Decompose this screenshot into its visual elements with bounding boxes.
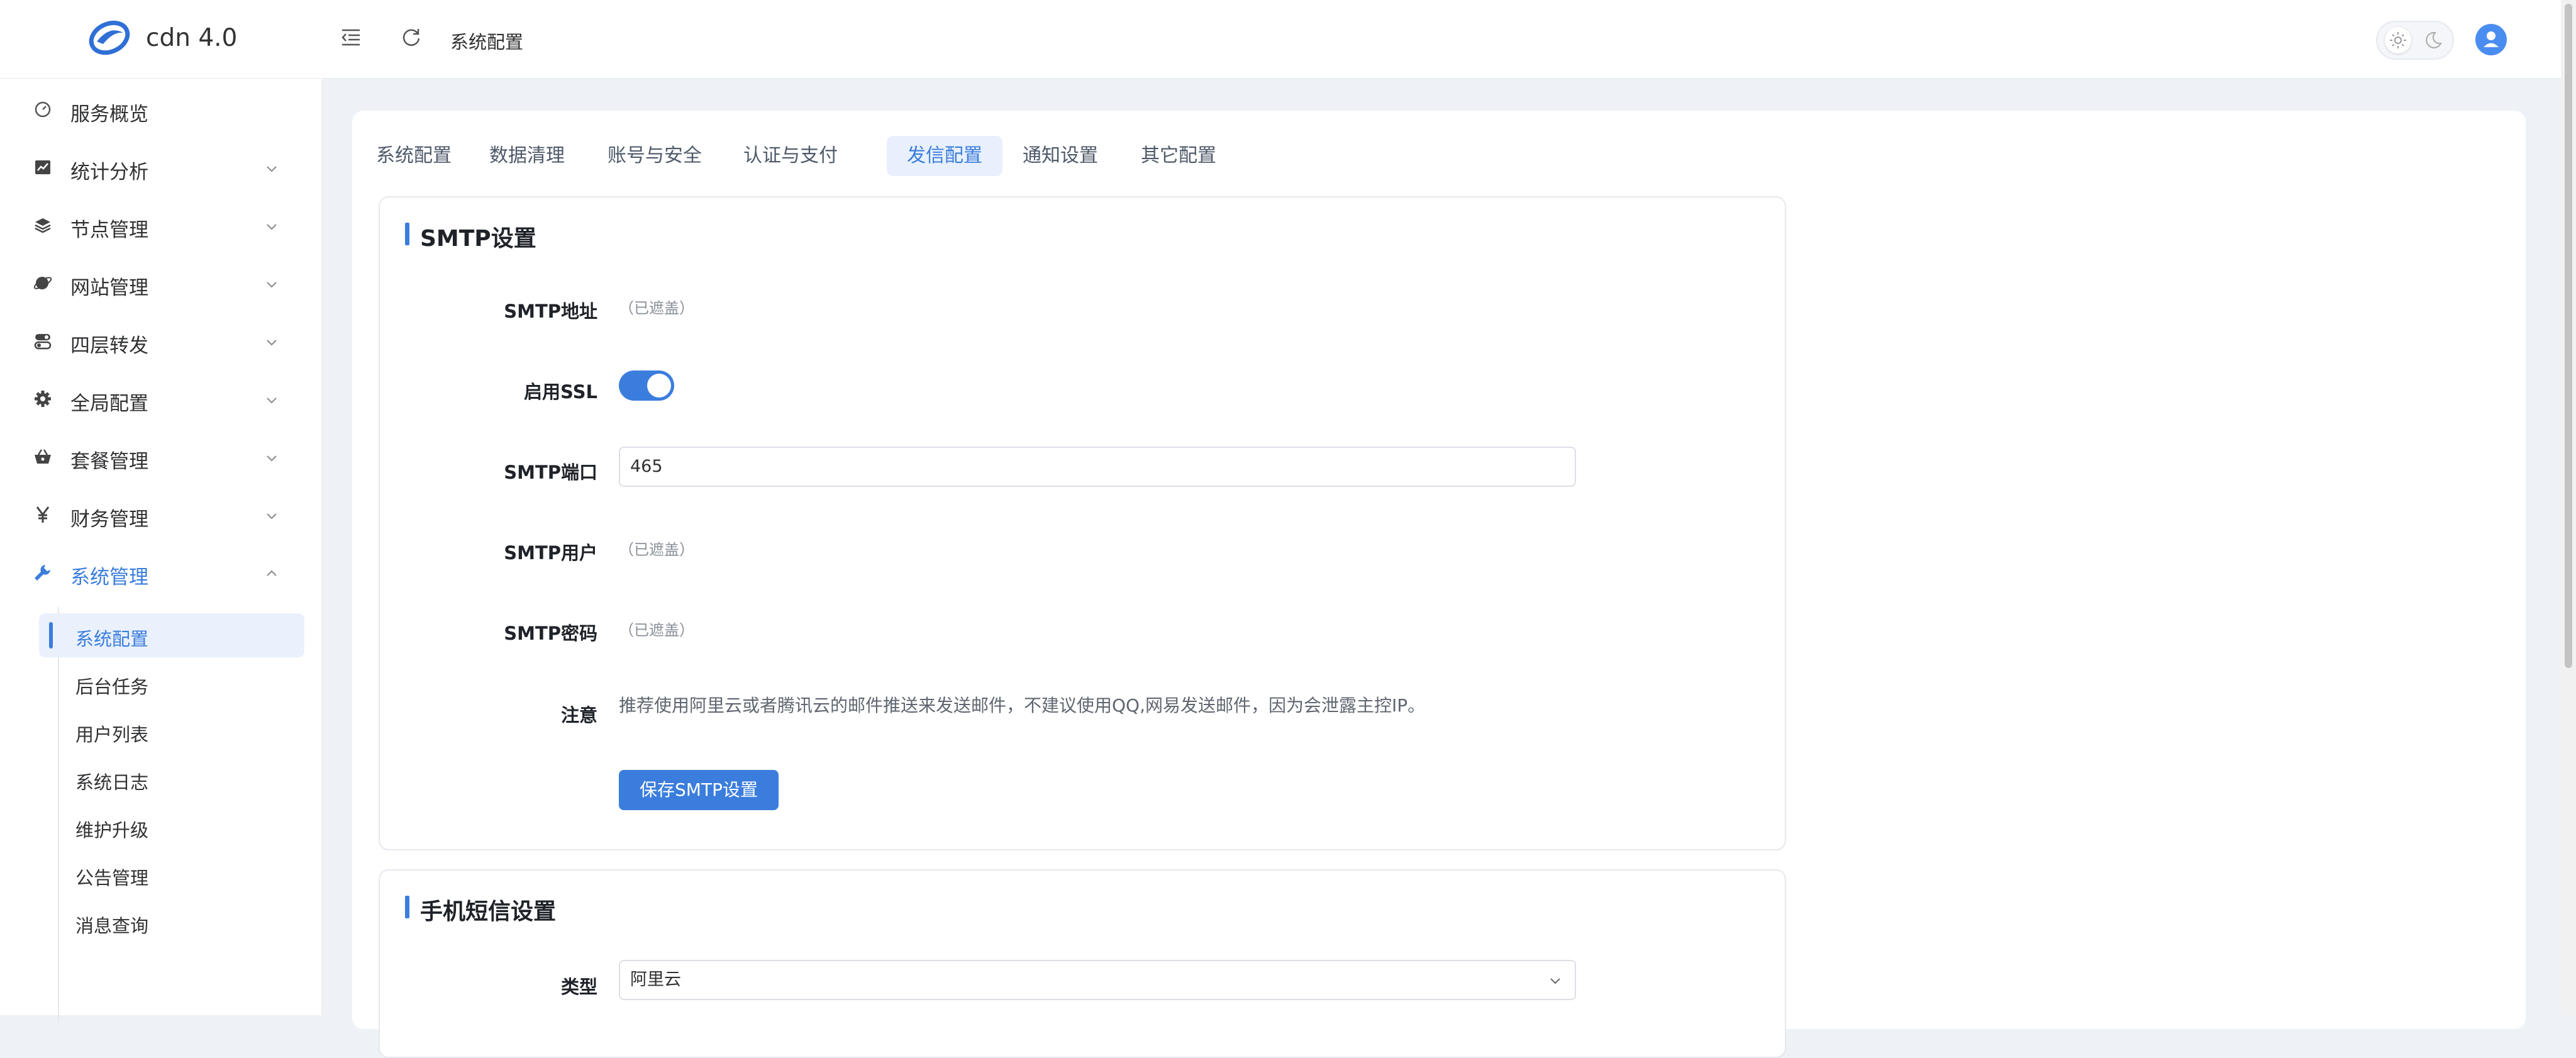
page-scrollbar[interactable] bbox=[2561, 0, 2576, 1015]
submenu-item-label: 维护升级 bbox=[75, 820, 149, 841]
sun-icon[interactable] bbox=[2385, 27, 2411, 53]
tab-system-config[interactable]: 系统配置 bbox=[356, 136, 472, 176]
submenu-item-message-query[interactable]: 消息查询 bbox=[39, 900, 304, 944]
chevron-down-icon bbox=[267, 340, 277, 346]
sidebar-item-label: 网站管理 bbox=[70, 277, 148, 299]
tab-other-config[interactable]: 其它配置 bbox=[1121, 136, 1236, 176]
smtp-address-value: （已遮盖） bbox=[619, 299, 694, 317]
submenu-item-label: 公告管理 bbox=[75, 867, 149, 889]
submenu-item-label: 消息查询 bbox=[75, 915, 149, 937]
submenu-item-label: 系统配置 bbox=[75, 628, 149, 650]
smtp-panel: SMTP设置 SMTP地址 （已遮盖） 启用SSL SMTP端口 465 SMT… bbox=[379, 196, 1786, 850]
sidebar-item-websites[interactable]: 网站管理 bbox=[0, 255, 322, 312]
smtp-panel-title: SMTP设置 bbox=[405, 220, 536, 253]
breadcrumb: 系统配置 bbox=[450, 31, 524, 53]
save-smtp-button[interactable]: 保存SMTP设置 bbox=[619, 770, 779, 810]
smtp-port-label: SMTP端口 bbox=[504, 462, 597, 483]
submenu-item-user-list[interactable]: 用户列表 bbox=[39, 709, 304, 753]
chevron-down-icon bbox=[267, 224, 277, 230]
tab-notification[interactable]: 通知设置 bbox=[1002, 136, 1118, 176]
sms-panel-title: 手机短信设置 bbox=[405, 893, 556, 926]
ssl-label: 启用SSL bbox=[524, 381, 597, 403]
chevron-down-icon bbox=[267, 398, 277, 404]
sidebar: 服务概览 统计分析 节点管理 网站管理 四层转发 全局配置 套餐管理 财务管理 … bbox=[0, 79, 322, 1022]
app-title: cdn 4.0 bbox=[146, 24, 238, 52]
sidebar-item-finance[interactable]: 财务管理 bbox=[0, 487, 322, 543]
sidebar-item-label: 统计分析 bbox=[70, 161, 148, 184]
sidebar-item-packages[interactable]: 套餐管理 bbox=[0, 429, 322, 486]
layers-icon bbox=[35, 218, 51, 233]
theme-toggle[interactable] bbox=[2376, 21, 2454, 60]
note-text: 推荐使用阿里云或者腾讯云的邮件推送来发送邮件，不建议使用QQ,网易发送邮件，因为… bbox=[619, 695, 1426, 716]
smtp-password-label: SMTP密码 bbox=[504, 623, 597, 644]
scrollbar-thumb[interactable] bbox=[2565, 4, 2572, 668]
dashboard-icon bbox=[35, 101, 51, 118]
note-label: 注意 bbox=[560, 704, 597, 726]
smtp-user-label: SMTP用户 bbox=[504, 542, 597, 564]
tab-auth-payment[interactable]: 认证与支付 bbox=[723, 136, 858, 176]
sidebar-item-global-config[interactable]: 全局配置 bbox=[0, 371, 322, 428]
submenu-item-background-tasks[interactable]: 后台任务 bbox=[39, 661, 304, 705]
sidebar-item-label: 全局配置 bbox=[70, 393, 148, 415]
sidebar-item-label: 节点管理 bbox=[70, 219, 148, 242]
chart-icon bbox=[35, 160, 50, 174]
smtp-port-input[interactable]: 465 bbox=[619, 447, 1576, 487]
submenu-item-announcements[interactable]: 公告管理 bbox=[39, 852, 304, 896]
sidebar-item-l4-forward[interactable]: 四层转发 bbox=[0, 313, 322, 370]
toggle-knob bbox=[647, 374, 671, 398]
moon-icon[interactable] bbox=[2423, 30, 2444, 51]
smtp-user-value: （已遮盖） bbox=[619, 541, 694, 559]
cdn-logo-icon bbox=[89, 20, 130, 55]
sidebar-item-system[interactable]: 系统管理 bbox=[0, 545, 322, 601]
sidebar-item-label: 服务概览 bbox=[70, 103, 148, 126]
tab-data-cleanup[interactable]: 数据清理 bbox=[469, 136, 585, 176]
top-header: cdn 4.0 系统配置 bbox=[0, 0, 2561, 79]
submenu-item-label: 后台任务 bbox=[75, 676, 149, 698]
smtp-address-label: SMTP地址 bbox=[504, 301, 597, 322]
chevron-down-icon bbox=[267, 455, 277, 462]
toggle-icon bbox=[34, 334, 52, 350]
sidebar-item-label: 四层转发 bbox=[70, 335, 148, 357]
content-card: 系统配置 数据清理 账号与安全 认证与支付 发信配置 通知设置 其它配置 SMT… bbox=[352, 111, 2526, 1058]
sidebar-item-label: 财务管理 bbox=[70, 508, 148, 531]
tab-account-security[interactable]: 账号与安全 bbox=[587, 136, 722, 176]
sidebar-item-label: 套餐管理 bbox=[70, 450, 148, 473]
submenu-item-label: 系统日志 bbox=[75, 772, 149, 793]
ssl-toggle[interactable] bbox=[619, 370, 674, 401]
sms-type-select[interactable]: 阿里云 bbox=[619, 960, 1576, 1000]
collapse-menu-icon[interactable] bbox=[340, 26, 362, 48]
sms-type-label: 类型 bbox=[560, 976, 597, 998]
gear-icon bbox=[35, 391, 51, 407]
wrench-icon bbox=[35, 565, 50, 581]
basket-icon bbox=[35, 449, 51, 464]
sidebar-item-statistics[interactable]: 统计分析 bbox=[0, 140, 322, 196]
user-avatar[interactable] bbox=[2475, 24, 2507, 55]
chevron-down-icon bbox=[267, 513, 277, 520]
user-icon bbox=[2484, 31, 2499, 47]
smtp-password-value: （已遮盖） bbox=[619, 621, 694, 639]
submenu-item-maintenance[interactable]: 维护升级 bbox=[39, 805, 304, 849]
chevron-down-icon bbox=[1550, 978, 1560, 984]
yen-icon bbox=[36, 506, 50, 523]
sidebar-item-overview[interactable]: 服务概览 bbox=[0, 82, 322, 138]
refresh-icon[interactable] bbox=[401, 26, 422, 48]
submenu-item-label: 用户列表 bbox=[75, 724, 149, 745]
chevron-down-icon bbox=[267, 166, 277, 172]
sms-type-value: 阿里云 bbox=[630, 970, 681, 989]
globe-icon bbox=[33, 277, 52, 289]
sidebar-item-nodes[interactable]: 节点管理 bbox=[0, 198, 322, 254]
sms-panel: 手机短信设置 类型 阿里云 bbox=[379, 869, 1786, 1058]
sidebar-item-label: 系统管理 bbox=[70, 566, 148, 589]
submenu-item-system-config[interactable]: 系统配置 bbox=[39, 613, 304, 657]
chevron-down-icon bbox=[267, 282, 277, 288]
tab-mail-config[interactable]: 发信配置 bbox=[887, 136, 1002, 176]
submenu-item-system-logs[interactable]: 系统日志 bbox=[39, 757, 304, 801]
chevron-up-icon bbox=[267, 570, 277, 576]
